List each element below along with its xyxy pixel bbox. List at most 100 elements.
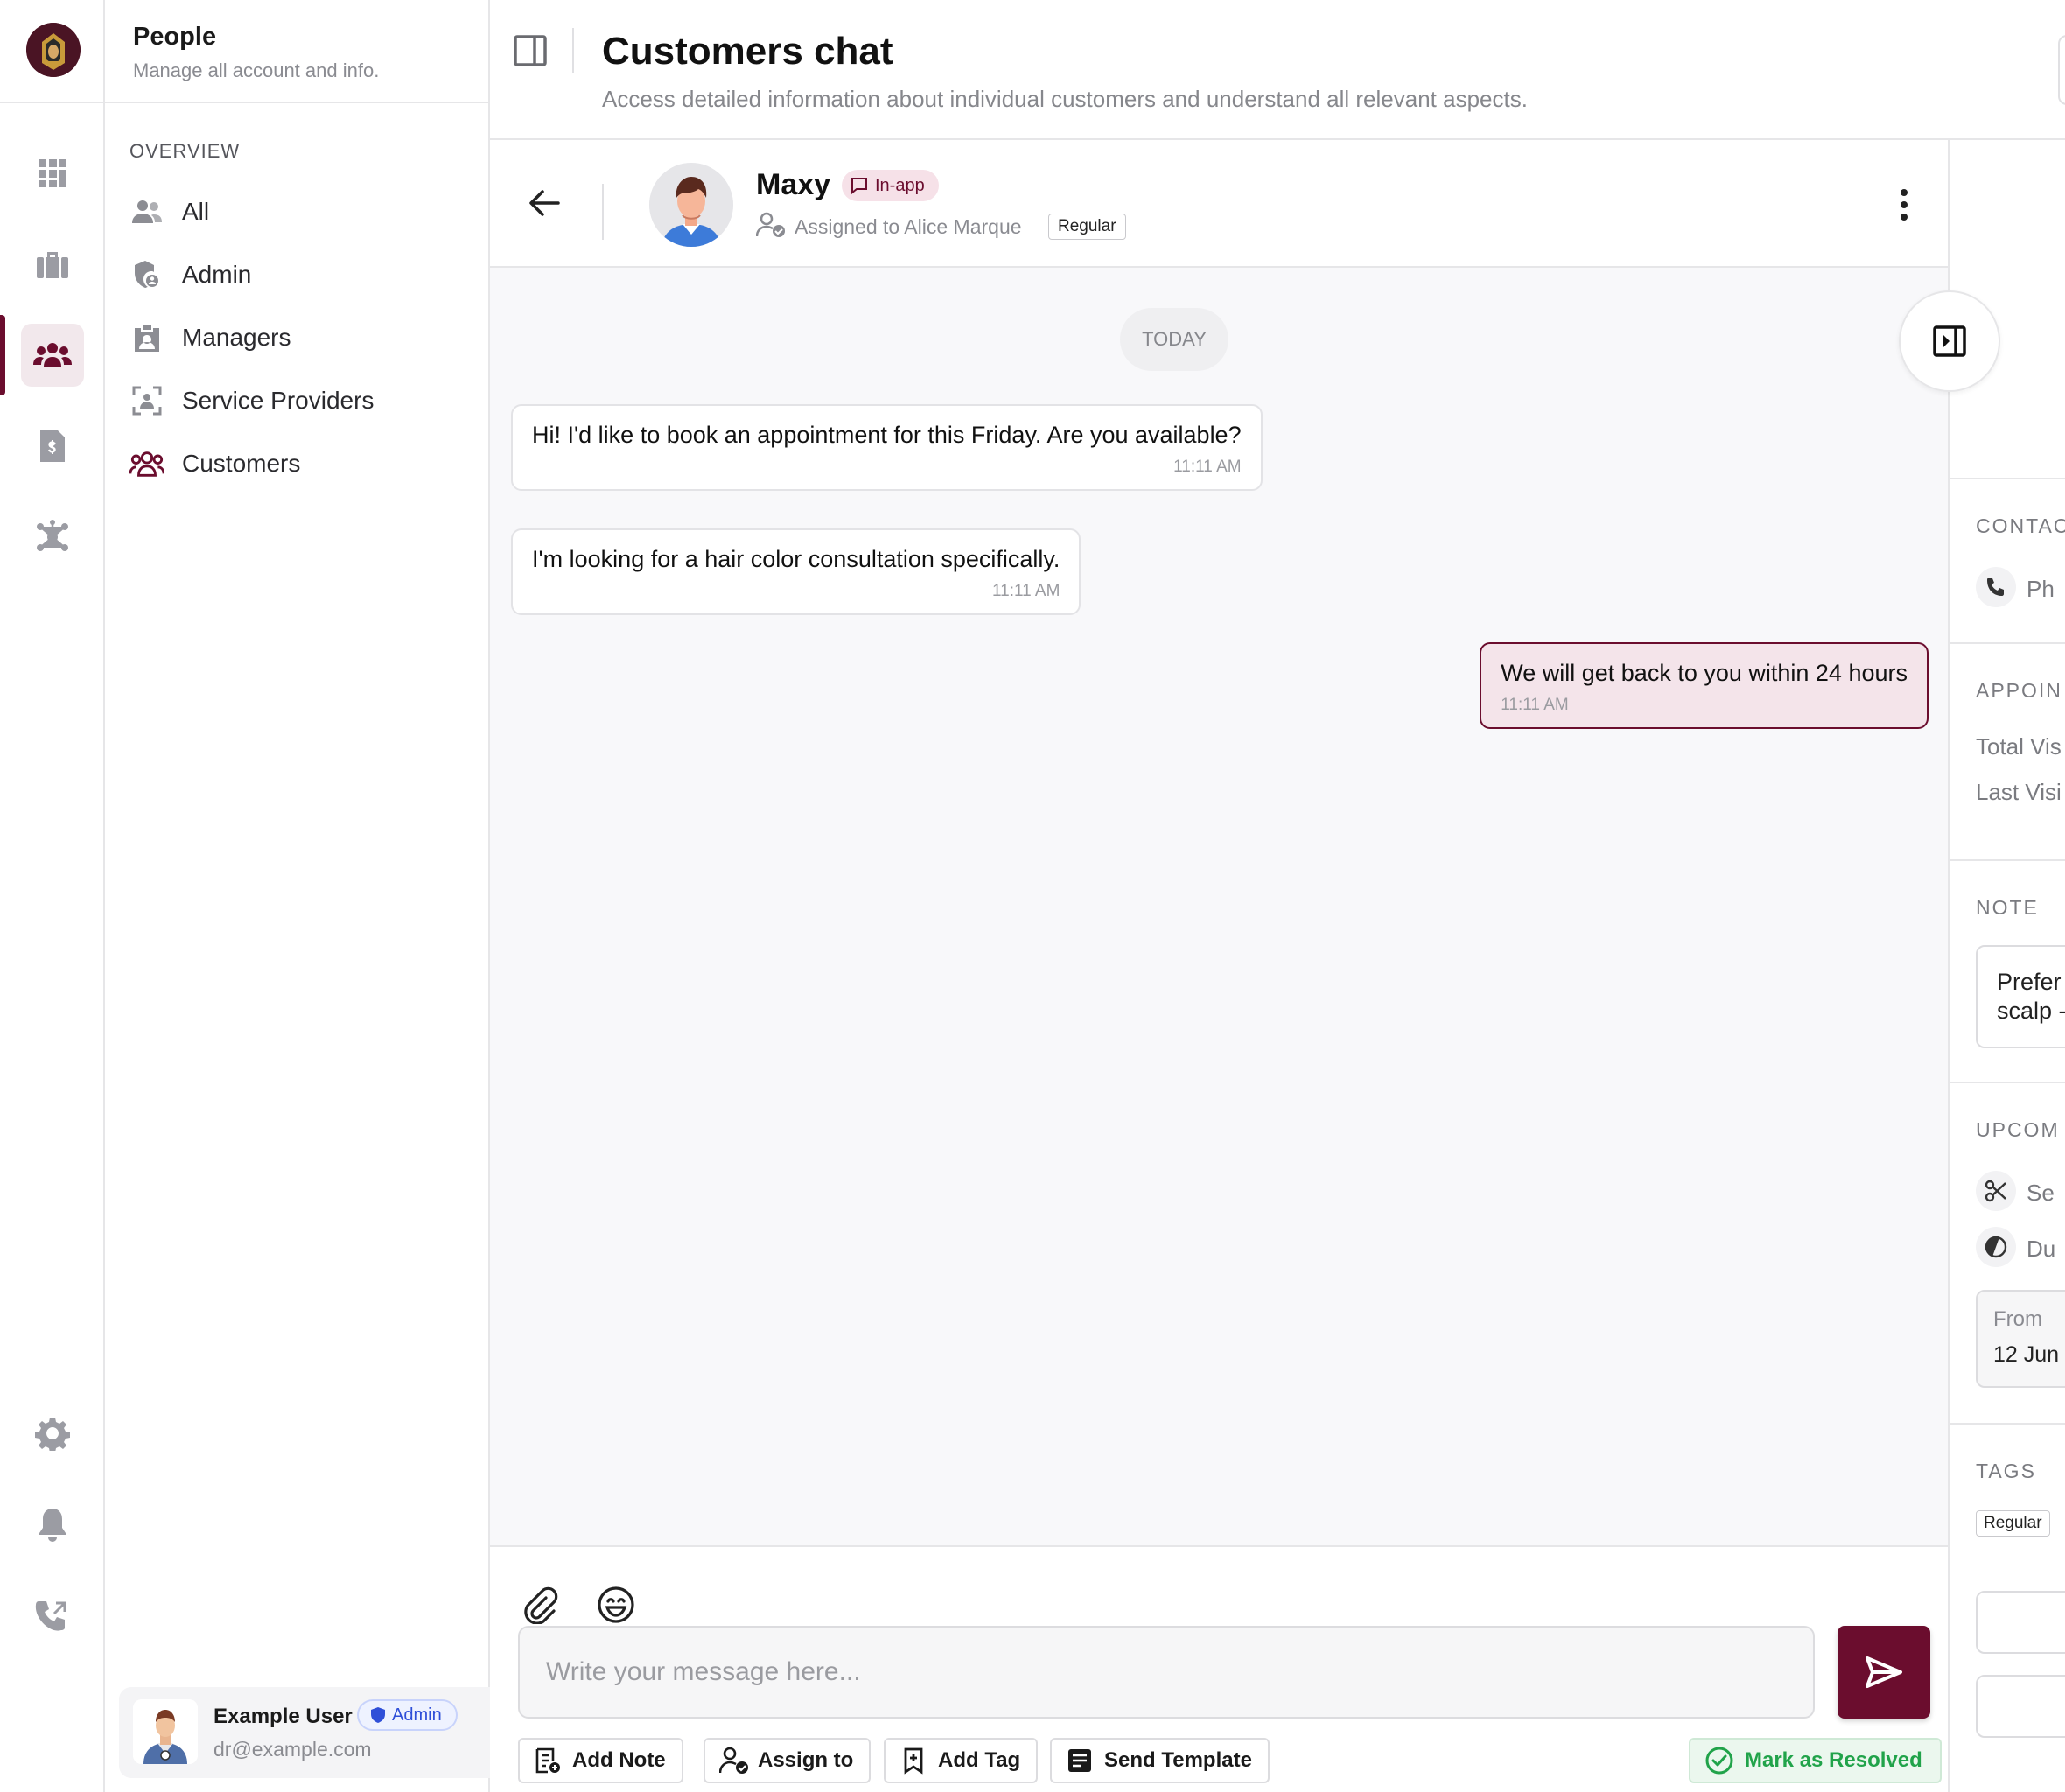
message-bubble-incoming: I'm looking for a hair color consultatio… [511, 528, 1082, 615]
header-action-button[interactable] [2058, 35, 2065, 105]
add-note-button[interactable]: Add Note [518, 1738, 683, 1783]
assigned-to: Assigned to Alice Marque [756, 212, 1022, 242]
nav-item-label: Service Providers [182, 387, 374, 414]
network-icon[interactable] [32, 516, 74, 558]
user-avatar [133, 1699, 198, 1764]
message-text: Hi! I'd like to book an appointment for … [532, 422, 1242, 448]
paperclip-icon[interactable] [520, 1586, 558, 1624]
dashboard-grid-icon[interactable] [32, 152, 74, 194]
message-time: 11:11 AM [1173, 458, 1242, 476]
user-role-badge: Admin [357, 1699, 458, 1731]
channel-label: In-app [875, 175, 925, 195]
nav-item-admin[interactable]: Admin [130, 250, 471, 299]
gear-icon[interactable] [32, 1412, 74, 1454]
sidebar-toggle-icon[interactable] [513, 33, 548, 68]
phone-icon[interactable] [32, 1594, 74, 1636]
details-input-field[interactable] [1976, 1675, 2065, 1738]
more-vertical-icon[interactable] [1885, 186, 1923, 224]
nav-item-managers[interactable]: Managers [130, 313, 471, 362]
last-visit-label: Last Visi [1976, 779, 2062, 805]
details-panel-toggle[interactable] [1899, 290, 2000, 392]
message-composer: Add Note Assign to Add Tag Send Template… [490, 1545, 1948, 1792]
emoji-icon[interactable] [597, 1586, 635, 1624]
customers-icon [130, 446, 164, 481]
nav-title: People [133, 23, 217, 51]
message-text: We will get back to you within 24 hours [1501, 660, 1908, 686]
note-line: Prefer [1997, 969, 2062, 995]
user-name: Example User [214, 1704, 353, 1728]
rail-active-indicator [0, 315, 5, 396]
header-divider [572, 28, 574, 74]
users-icon [130, 194, 164, 229]
briefcase-icon[interactable] [32, 243, 74, 285]
contact-phone-label: Ph [2026, 576, 2054, 602]
nav-item-label: Managers [182, 324, 291, 351]
nav-item-label: Admin [182, 261, 252, 288]
assigned-label: Assigned to Alice Marque [794, 214, 1022, 238]
tags-section-title: TAGS [1976, 1460, 2036, 1482]
note-box[interactable]: Prefer scalp - [1976, 945, 2065, 1048]
message-time: 11:11 AM [1501, 696, 1569, 714]
page-header: Customers chat Access detailed informati… [490, 0, 2065, 140]
nav-item-label: Customers [182, 450, 301, 477]
invoice-icon[interactable] [32, 425, 74, 467]
customer-name: Maxy [756, 168, 831, 201]
nav-header-divider [105, 102, 488, 103]
user-check-icon [756, 212, 786, 242]
id-badge-icon [130, 320, 164, 355]
people-icon[interactable] [32, 334, 74, 376]
user-role-label: Admin [392, 1704, 442, 1725]
assign-to-button[interactable]: Assign to [704, 1738, 872, 1783]
shield-user-icon [130, 257, 164, 292]
duration-label: Du [2026, 1236, 2056, 1262]
add-tag-label: Add Tag [938, 1748, 1021, 1772]
nav-item-customers[interactable]: Customers [130, 439, 471, 488]
user-email: dr@example.com [214, 1738, 372, 1760]
add-note-label: Add Note [572, 1748, 666, 1772]
nav-subtitle: Manage all account and info. [133, 60, 380, 81]
channel-badge: In-app [842, 170, 939, 201]
back-arrow-icon[interactable] [525, 184, 564, 222]
bell-icon[interactable] [32, 1503, 74, 1545]
details-input-field[interactable] [1976, 1591, 2065, 1654]
bookmark-add-icon [900, 1746, 928, 1774]
add-tag-button[interactable]: Add Tag [884, 1738, 1039, 1783]
details-divider [1950, 642, 2065, 644]
people-nav-panel: People Manage all account and info. OVER… [105, 0, 581, 1792]
appointment-from-box[interactable]: From 12 Jun [1976, 1290, 2065, 1388]
scan-person-icon [130, 383, 164, 418]
details-divider [1950, 1082, 2065, 1083]
details-divider [1950, 859, 2065, 861]
appointments-section-title: APPOIN [1976, 679, 2062, 702]
from-label: From [1993, 1307, 2042, 1331]
day-separator: TODAY [1120, 308, 1228, 371]
customer-type-badge: Regular [1048, 214, 1126, 240]
page-title: Customers chat [602, 30, 893, 73]
send-icon [1866, 1656, 1902, 1688]
nav-item-all[interactable]: All [130, 187, 471, 236]
from-date: 12 Jun [1993, 1342, 2060, 1367]
panel-collapse-icon [1933, 326, 1966, 357]
app-logo[interactable] [26, 23, 80, 77]
nav-item-label: All [182, 198, 210, 225]
nav-item-service-providers[interactable]: Service Providers [130, 376, 471, 425]
message-input[interactable] [518, 1626, 1815, 1718]
contact-section-title: CONTAC [1976, 514, 2065, 537]
check-circle-icon [1704, 1746, 1734, 1775]
chat-header-divider [602, 184, 604, 240]
send-button[interactable] [1838, 1626, 1930, 1718]
mark-as-resolved-button[interactable]: Mark as Resolved [1689, 1738, 1942, 1783]
mark-as-resolved-label: Mark as Resolved [1745, 1748, 1922, 1772]
note-line: scalp - [1997, 998, 2065, 1024]
customer-avatar[interactable] [649, 163, 733, 247]
note-add-icon [534, 1746, 562, 1774]
send-template-button[interactable]: Send Template [1050, 1738, 1270, 1783]
tag-chip: Regular [1976, 1510, 2050, 1536]
page-subtitle: Access detailed information about indivi… [602, 86, 1528, 112]
chat-bubble-icon [851, 178, 867, 194]
chat-panel: Maxy In-app Assigned to Alice Marque Reg… [490, 140, 2000, 1792]
message-text: I'm looking for a hair color consultatio… [532, 546, 1060, 572]
chat-header: Maxy In-app Assigned to Alice Marque Reg… [490, 140, 1948, 268]
message-bubble-outgoing: We will get back to you within 24 hours … [1480, 642, 1928, 729]
message-time: 11:11 AM [991, 582, 1060, 600]
